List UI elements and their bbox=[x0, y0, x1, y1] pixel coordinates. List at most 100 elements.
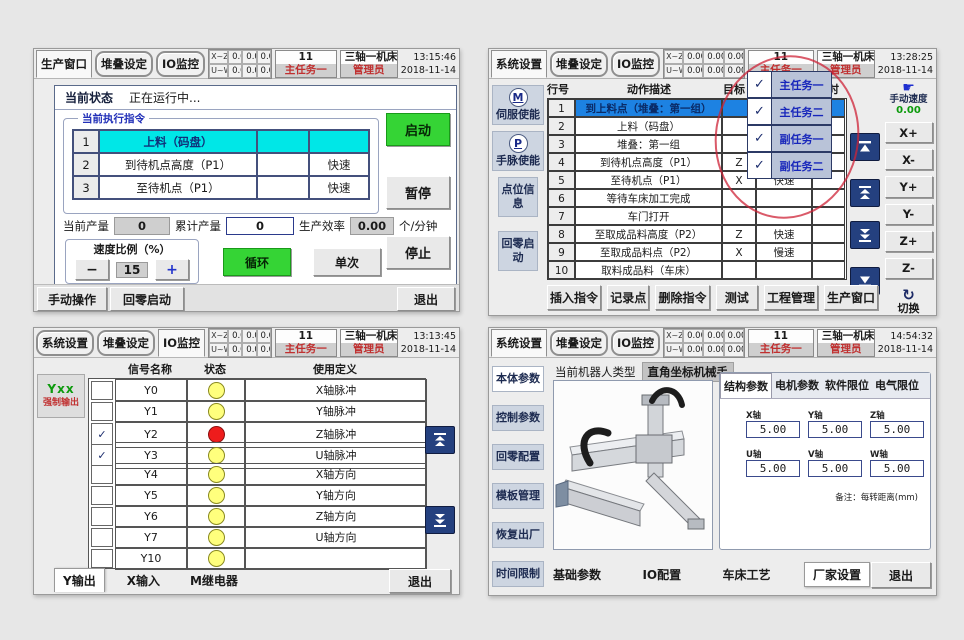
table-row[interactable]: 8至取成品料高度（P2）Z快速 bbox=[548, 225, 846, 243]
sidebar-item-template-manage[interactable]: 模板管理 bbox=[492, 483, 544, 509]
checkbox[interactable] bbox=[91, 528, 113, 547]
jog-x-minus-button[interactable]: X- bbox=[885, 149, 933, 170]
stop-button[interactable]: 停止 bbox=[386, 236, 450, 269]
test-button[interactable]: 测试 bbox=[716, 285, 758, 310]
axis-value-field[interactable]: 5.00 bbox=[808, 421, 862, 438]
table-row[interactable]: 6等待车床加工完成 bbox=[548, 189, 846, 207]
checkbox[interactable]: ✓ bbox=[747, 125, 772, 152]
sidebar-item-control-params[interactable]: 控制参数 bbox=[492, 405, 544, 431]
table-row[interactable]: 9至取成品料点（P2）X慢速 bbox=[548, 243, 846, 261]
checkbox[interactable]: ✓ bbox=[747, 71, 772, 98]
checkbox[interactable]: ✓ bbox=[747, 98, 772, 125]
stack-settings-button[interactable]: 堆叠设定 bbox=[550, 51, 608, 77]
handwheel-enable-button[interactable]: P 手脉使能 bbox=[492, 131, 544, 171]
io-monitor-button[interactable]: IO监控 bbox=[611, 51, 660, 77]
stack-settings-button[interactable]: 堆叠设定 bbox=[95, 51, 153, 77]
jog-x-plus-button[interactable]: X+ bbox=[885, 122, 933, 143]
checkbox[interactable]: ✓ bbox=[91, 423, 113, 446]
page-down-button[interactable] bbox=[850, 221, 880, 249]
tab-structure-params[interactable]: 结构参数 bbox=[720, 373, 772, 398]
jog-y-minus-button[interactable]: Y- bbox=[885, 204, 933, 225]
page-down-button[interactable] bbox=[425, 506, 455, 534]
exit-button[interactable]: 退出 bbox=[397, 287, 455, 311]
checkbox[interactable] bbox=[91, 486, 113, 505]
axis-value-field[interactable]: 5.00 bbox=[808, 460, 862, 477]
io-table: 信号名称 状态 使用定义 Y0X轴脉冲 Y1Y轴脉冲 ✓Y2Z轴脉冲 ✓Y3U轴… bbox=[88, 361, 426, 569]
tab-m-relay[interactable]: M继电器 bbox=[182, 569, 246, 592]
system-settings-button[interactable]: 系统设置 bbox=[36, 330, 94, 356]
manual-operation-button[interactable]: 手动操作 bbox=[37, 287, 107, 311]
tab-production-window[interactable]: 生产窗口 bbox=[36, 50, 92, 78]
pause-button[interactable]: 暂停 bbox=[386, 176, 450, 209]
speed-ratio-title: 速度比例（%） bbox=[93, 241, 170, 257]
table-row[interactable]: 7车门打开 bbox=[548, 207, 846, 225]
checkbox[interactable] bbox=[91, 402, 113, 421]
tab-system-settings[interactable]: 系统设置 bbox=[491, 329, 547, 357]
coordinate-display: X~Z 0.0000.0000.000 U~W 0.0000.0000.000 bbox=[663, 328, 745, 358]
tab-io-monitor[interactable]: IO监控 bbox=[158, 329, 205, 357]
jog-y-plus-button[interactable]: Y+ bbox=[885, 176, 933, 197]
jog-z-minus-button[interactable]: Z- bbox=[885, 258, 933, 279]
page-up-button[interactable] bbox=[425, 426, 455, 454]
force-output-tile[interactable]: Yxx 强制输出 bbox=[37, 374, 85, 418]
delete-command-button[interactable]: 删除指令 bbox=[655, 285, 709, 310]
stack-settings-button[interactable]: 堆叠设定 bbox=[97, 330, 155, 356]
io-bottom-bar: Y输出 X输入 M继电器 退出 bbox=[34, 566, 459, 594]
status-label: 当前状态 bbox=[65, 89, 113, 106]
axis-value-field[interactable]: 5.00 bbox=[870, 421, 924, 438]
io-monitor-button[interactable]: IO监控 bbox=[156, 51, 205, 77]
single-mode-button[interactable]: 单次 bbox=[313, 248, 381, 276]
start-button[interactable]: 启动 bbox=[386, 113, 450, 146]
table-row[interactable]: 3 至待机点（P1） 快速 bbox=[73, 176, 369, 199]
speed-plus-button[interactable]: + bbox=[155, 259, 189, 280]
home-start-button[interactable]: 回零启动 bbox=[110, 287, 184, 311]
sidebar-item-home-config[interactable]: 回零配置 bbox=[492, 444, 544, 470]
total-output-field[interactable]: 0 bbox=[226, 217, 294, 235]
scroll-top-button[interactable] bbox=[850, 133, 880, 161]
checkbox[interactable] bbox=[91, 381, 113, 400]
checkbox[interactable] bbox=[91, 465, 113, 484]
stack-settings-button[interactable]: 堆叠设定 bbox=[550, 330, 608, 356]
tab-factory-settings[interactable]: 厂家设置 bbox=[804, 562, 870, 587]
loop-mode-button[interactable]: 循环 bbox=[223, 248, 291, 276]
table-row[interactable]: 10取料成品料（车床） bbox=[548, 261, 846, 279]
tab-motor-params[interactable]: 电机参数 bbox=[772, 373, 822, 398]
tab-electrical-limit[interactable]: 电气限位 bbox=[872, 373, 922, 398]
sidebar-item-time-limit[interactable]: 时间限制 bbox=[492, 561, 544, 587]
page-up-button[interactable] bbox=[850, 179, 880, 207]
axis-value-field[interactable]: 5.00 bbox=[746, 460, 800, 477]
tab-x-input[interactable]: X输入 bbox=[119, 569, 168, 592]
speed-minus-button[interactable]: − bbox=[75, 259, 109, 280]
record-point-button[interactable]: 记录点 bbox=[607, 285, 649, 310]
switch-button[interactable]: ↻ 切换 bbox=[898, 289, 920, 315]
checkbox[interactable]: ✓ bbox=[747, 152, 772, 179]
production-window-button[interactable]: 生产窗口 bbox=[824, 285, 878, 310]
tab-soft-limit[interactable]: 软件限位 bbox=[822, 373, 872, 398]
dropdown-item[interactable]: ✓ 主任务一 bbox=[747, 71, 832, 98]
table-row[interactable]: 2 到待机点高度（P1） 快速 bbox=[73, 153, 369, 176]
tab-io-config[interactable]: IO配置 bbox=[634, 563, 689, 586]
axis-value-field[interactable]: 5.00 bbox=[746, 421, 800, 438]
dropdown-item[interactable]: ✓ 主任务二 bbox=[747, 98, 832, 125]
sidebar-item-body-params[interactable]: 本体参数 bbox=[492, 366, 544, 392]
tab-system-settings[interactable]: 系统设置 bbox=[491, 50, 547, 78]
dropdown-item[interactable]: ✓ 副任务二 bbox=[747, 152, 832, 179]
io-monitor-button[interactable]: IO监控 bbox=[611, 330, 660, 356]
tab-lathe-process[interactable]: 车床工艺 bbox=[715, 563, 779, 586]
tab-y-output[interactable]: Y输出 bbox=[54, 568, 105, 592]
insert-command-button[interactable]: 插入指令 bbox=[547, 285, 601, 310]
dropdown-item[interactable]: ✓ 副任务一 bbox=[747, 125, 832, 152]
home-start-button[interactable]: 回零启动 bbox=[498, 231, 538, 271]
exit-button[interactable]: 退出 bbox=[389, 569, 451, 593]
checkbox[interactable]: ✓ bbox=[91, 444, 113, 467]
exit-button[interactable]: 退出 bbox=[871, 562, 931, 588]
servo-enable-button[interactable]: M 伺服使能 bbox=[492, 85, 544, 125]
axis-value-field[interactable]: 5.00 bbox=[870, 460, 924, 477]
tab-basic-params[interactable]: 基础参数 bbox=[545, 563, 609, 586]
project-manage-button[interactable]: 工程管理 bbox=[764, 285, 818, 310]
jog-z-plus-button[interactable]: Z+ bbox=[885, 231, 933, 252]
point-info-button[interactable]: 点位信息 bbox=[498, 177, 538, 217]
table-row[interactable]: 1 上料（码盘） bbox=[73, 130, 369, 153]
sidebar-item-factory-reset[interactable]: 恢复出厂 bbox=[492, 522, 544, 548]
checkbox[interactable] bbox=[91, 507, 113, 526]
